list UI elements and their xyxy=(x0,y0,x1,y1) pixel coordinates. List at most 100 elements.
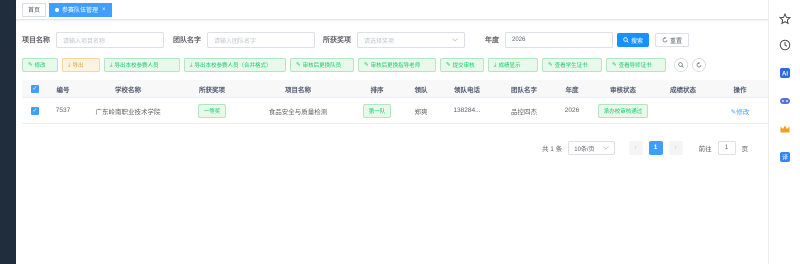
header-cell: 所获奖项 xyxy=(199,86,225,94)
page-suffix: 页 xyxy=(741,146,749,153)
checkbox-checked-icon: ✓ xyxy=(31,84,39,93)
project-name-input[interactable]: 请输入项目名称 xyxy=(56,32,164,48)
table-row[interactable]: ✓ 7537 广东岭南职业技术学院 一等奖 食品安全与质量检测 第一队 郑爽 1… xyxy=(22,98,768,124)
browser-right-sidebar: Ai 译 xyxy=(768,0,800,264)
review-change-members-label: 审核后更换队员 xyxy=(302,63,342,69)
export-members-merged-button[interactable]: ⤓ 导出本校参赛人员（合并格式） xyxy=(184,58,286,72)
page-size-select[interactable]: 10条/页 xyxy=(568,141,615,155)
review-status-tag: 承办校审核通过 xyxy=(597,103,649,118)
translate-icon[interactable]: 译 xyxy=(778,150,792,164)
download-icon: ⤓ xyxy=(68,61,71,68)
edit-icon: ✎ xyxy=(548,62,553,68)
cell-id: 7537 xyxy=(55,107,71,114)
tag-active[interactable]: 参赛队伍管理 × xyxy=(49,2,112,17)
star-icon[interactable] xyxy=(778,12,792,26)
row-edit-label: 修改 xyxy=(736,108,750,116)
review-change-members-button[interactable]: ✎ 审核后更换队员 xyxy=(290,58,354,72)
row-edit-link[interactable]: ✎修改 xyxy=(712,106,768,116)
chevron-left-icon: ‹ xyxy=(634,145,637,151)
pagination-total: 共 1 条 xyxy=(542,146,563,153)
toggle-search-button[interactable] xyxy=(674,58,688,72)
submit-review-button[interactable]: ✎ 提交审核 xyxy=(440,58,484,72)
edit-icon: ✎ xyxy=(446,62,451,68)
next-page-button[interactable]: › xyxy=(668,141,683,155)
cell-order: 第一队 xyxy=(350,103,404,118)
select-all-checkbox[interactable]: ✓ xyxy=(22,84,48,93)
dot-icon xyxy=(55,7,60,12)
header-cell: 团队名字 xyxy=(511,86,537,94)
edit-icon: ✎ xyxy=(28,62,33,68)
submit-review-label: 提交审核 xyxy=(452,63,475,69)
download-icon: ⤓ xyxy=(190,61,193,68)
header-cell: 审核状态 xyxy=(610,86,636,94)
edit-icon: ✎ xyxy=(612,62,617,68)
cell-team: 品控四杰 xyxy=(511,108,537,116)
cell-school: 广东岭南职业技术学院 xyxy=(95,108,161,116)
table-header: ✓ 编号 学校名称 所获奖项 项目名称 排序 领队 领队电话 团队名字 年度 审… xyxy=(22,80,768,98)
search-icon xyxy=(678,62,684,68)
header-cell: 领队电话 xyxy=(454,86,480,94)
refresh-icon xyxy=(662,37,668,43)
left-sidebar xyxy=(0,0,16,264)
team-name-input[interactable]: 请输入团队名字 xyxy=(207,32,315,48)
goto-page-input[interactable]: 1 xyxy=(717,141,736,155)
page-size-value: 10条/页 xyxy=(574,146,595,153)
search-button[interactable]: 搜索 xyxy=(617,33,650,47)
export-members-merged-label: 导出本校参赛人员（合并格式） xyxy=(194,63,272,69)
review-change-teachers-label: 审核后更换指导老师 xyxy=(370,63,421,69)
award-select[interactable]: 请选择奖项 xyxy=(357,32,465,48)
action-toolbar: ✎ 修改 ⤓ 导出 ⤓ 导出本校参赛人员 ⤓ 导出本校参赛人员（合并格式） ✎ 审核后更换… xyxy=(22,58,706,72)
row-checkbox[interactable]: ✓ xyxy=(22,106,48,115)
refresh-table-button[interactable] xyxy=(692,58,706,72)
teams-table: ✓ 编号 学校名称 所获奖项 项目名称 排序 领队 领队电话 团队名字 年度 审… xyxy=(22,80,768,124)
header-cell: 操作 xyxy=(733,86,747,94)
main-content: 首页 参赛队伍管理 × 项目名称 请输入项目名称 团队名字 请输入团队名字 所获… xyxy=(16,0,768,264)
close-icon[interactable]: × xyxy=(102,7,106,13)
export-members-button[interactable]: ⤓ 导出本校参赛人员 xyxy=(104,58,180,72)
header-cell: 项目名称 xyxy=(285,86,311,94)
history-icon[interactable] xyxy=(778,38,792,52)
reset-button-label: 重置 xyxy=(670,38,683,45)
gamepad-icon[interactable] xyxy=(778,94,792,108)
edit-button-label: 修改 xyxy=(34,63,46,69)
svg-text:译: 译 xyxy=(782,154,788,162)
year-input[interactable]: 2026 xyxy=(505,32,613,48)
tags-view: 首页 参赛队伍管理 × xyxy=(16,0,768,20)
reset-button[interactable]: 重置 xyxy=(655,33,690,47)
team-label: 团队名字 xyxy=(173,37,201,44)
chevron-down-icon xyxy=(602,146,609,150)
goto-label: 前往 xyxy=(698,146,712,153)
ai-icon[interactable]: Ai xyxy=(778,66,792,80)
download-icon: ⤓ xyxy=(110,61,113,68)
view-teacher-cert-button[interactable]: ✎ 查看导师证书 xyxy=(606,58,666,72)
crown-icon[interactable] xyxy=(778,122,792,136)
cell-award: 一等奖 xyxy=(178,103,246,118)
view-student-cert-button[interactable]: ✎ 查看学生证书 xyxy=(542,58,602,72)
tag-home-label: 首页 xyxy=(28,8,41,14)
export-button[interactable]: ⤓ 导出 xyxy=(62,58,100,72)
refresh-icon xyxy=(696,62,702,68)
header-cell: 年度 xyxy=(565,86,579,94)
header-cell: 成绩状态 xyxy=(670,86,696,94)
page-number-current[interactable]: 1 xyxy=(648,141,663,155)
cell-year: 2026 xyxy=(564,107,580,114)
header-cell: 领队 xyxy=(414,86,428,94)
chevron-down-icon xyxy=(452,38,458,42)
award-label: 所获奖项 xyxy=(323,37,351,44)
cell-phone: 138284... xyxy=(453,107,481,114)
cell-leader: 郑爽 xyxy=(414,108,428,116)
tag-home[interactable]: 首页 xyxy=(22,2,47,17)
export-members-label: 导出本校参赛人员 xyxy=(114,63,159,69)
chevron-right-icon: › xyxy=(674,145,677,151)
show-score-button[interactable]: ⤓ 成绩显示 xyxy=(488,58,538,72)
prev-page-button[interactable]: ‹ xyxy=(628,141,643,155)
tag-active-label: 参赛队伍管理 xyxy=(62,8,99,14)
cell-project: 食品安全与质量检测 xyxy=(268,108,328,116)
review-change-teachers-button[interactable]: ✎ 审核后更换指导老师 xyxy=(358,58,436,72)
header-cell: 学校名称 xyxy=(115,86,141,94)
year-label: 年度 xyxy=(485,37,499,44)
edit-button[interactable]: ✎ 修改 xyxy=(22,58,58,72)
edit-icon: ✎ xyxy=(296,62,301,68)
pagination: 共 1 条 10条/页 ‹ 1 › 前往 1 页 xyxy=(542,141,748,155)
search-icon xyxy=(623,37,629,43)
